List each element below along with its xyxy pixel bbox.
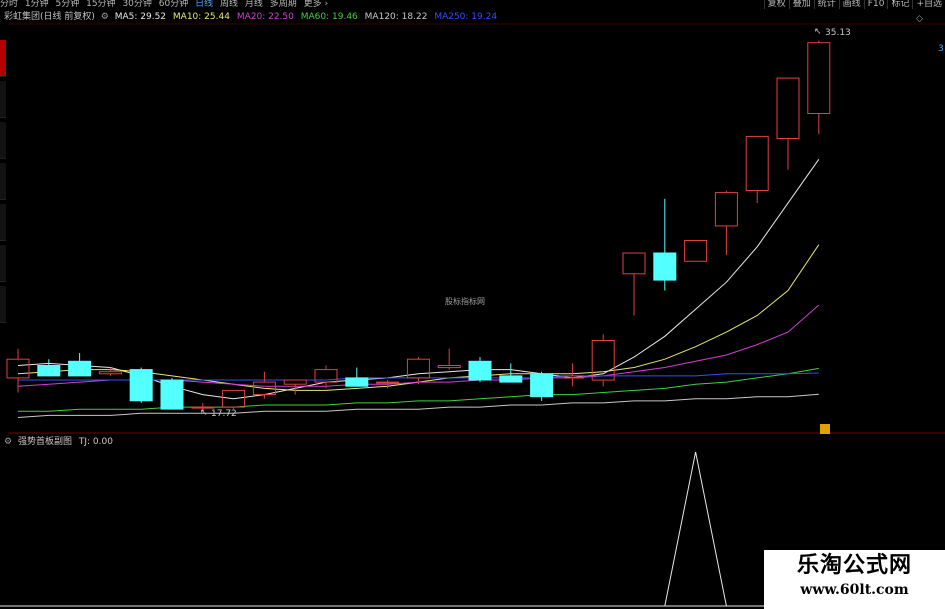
candle-body (653, 252, 677, 281)
candle (160, 377, 184, 410)
candle-body (684, 240, 708, 262)
watermark-url: www.60lt.com (800, 582, 909, 598)
candle (406, 357, 430, 385)
candle (560, 363, 584, 387)
price-high-marker: ↖ 35.13 (814, 27, 851, 38)
tj-line (18, 451, 819, 607)
candle (530, 371, 554, 401)
candle-body (6, 358, 30, 379)
candle-body (530, 373, 554, 398)
signal-marker (820, 424, 830, 434)
candle-body (745, 135, 769, 191)
candle (98, 367, 122, 376)
sub-indicator-name: 强势首板副图 (17, 437, 72, 447)
candle-body (283, 379, 307, 385)
candle (591, 334, 615, 387)
candle (345, 367, 369, 387)
sub-indicator-title: ⚙ 强势首板副图 TJ: 0.00 (4, 437, 113, 448)
candle-body (376, 381, 400, 384)
candle-body (622, 252, 646, 275)
candle (252, 371, 276, 399)
candle-body (499, 375, 523, 383)
candle-body (468, 360, 492, 381)
candle-body (714, 192, 738, 227)
candle-body (776, 77, 800, 139)
candle-body (437, 365, 461, 369)
candle (468, 357, 492, 383)
candle-body (129, 369, 153, 402)
candle (437, 348, 461, 370)
ma5-line (17, 159, 820, 400)
candle (653, 198, 677, 291)
candle-body (160, 379, 184, 410)
candle (129, 367, 153, 403)
candle (714, 190, 738, 256)
candle (499, 363, 523, 383)
center-watermark: 股标指标网 (445, 297, 485, 306)
candle (37, 359, 61, 377)
candle-body (807, 42, 831, 115)
watermark-title: 乐淘公式网 (796, 552, 912, 578)
candle-body (98, 371, 122, 375)
ma10-line (17, 244, 820, 391)
site-watermark: 乐淘公式网 www.60lt.com (764, 550, 945, 609)
candle (314, 365, 338, 389)
price-low-marker: ↖ 17.72 (200, 408, 237, 419)
candle (745, 135, 769, 204)
price-high-label: 35.13 (825, 28, 851, 38)
sub-indicator-lines (0, 451, 819, 607)
candlesticks (6, 40, 831, 412)
price-low-arrow: ↖ (200, 408, 208, 418)
candle-body (68, 360, 92, 377)
candle (68, 352, 92, 377)
candle-body (345, 377, 369, 387)
candle (684, 240, 708, 262)
candle (807, 40, 831, 135)
sub-settings-icon[interactable]: ⚙ (4, 437, 12, 447)
price-high-arrow: ↖ (814, 27, 822, 37)
sub-indicator-value: TJ: 0.00 (78, 437, 113, 447)
candle (776, 77, 800, 170)
price-low-label: 17.72 (211, 409, 237, 419)
candle (622, 252, 646, 316)
candle-body (37, 365, 61, 377)
